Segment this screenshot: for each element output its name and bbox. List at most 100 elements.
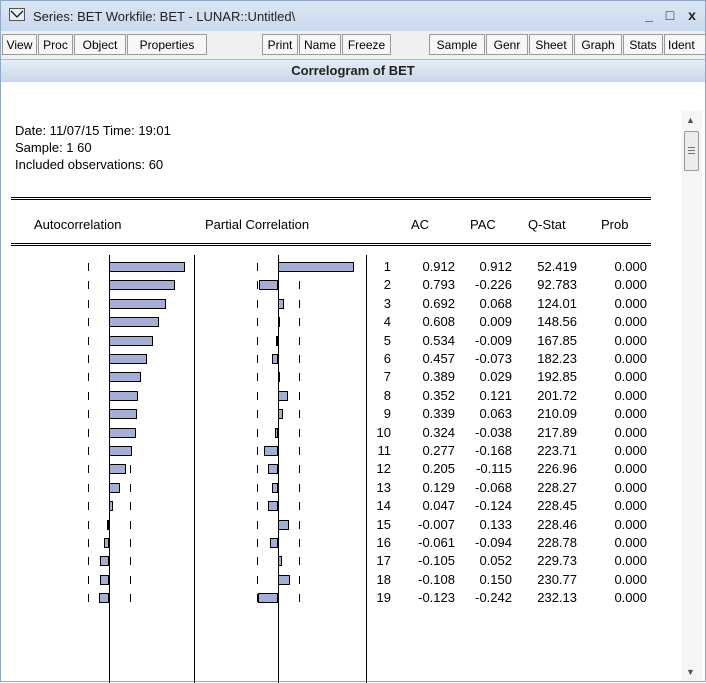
- pac-significance-mark: [299, 502, 300, 511]
- pac-significance-mark: [257, 483, 258, 492]
- ac-significance-mark: [130, 539, 131, 547]
- ac-cell: 0.534: [422, 332, 455, 348]
- pac-significance-mark: [257, 428, 258, 437]
- ac-significance-mark: [130, 520, 131, 529]
- ac-significance-mark: [88, 483, 89, 492]
- pac-bar: [278, 262, 354, 272]
- lag-cell: 13: [376, 479, 391, 495]
- lag-cell: 15: [376, 516, 391, 532]
- ac-cell: 0.608: [422, 314, 455, 330]
- scrollbar-thumb[interactable]: [684, 131, 699, 171]
- pac-bar: [278, 298, 284, 309]
- pac-cell: -0.094: [475, 535, 512, 550]
- ident-button[interactable]: Ident: [664, 34, 705, 55]
- ac-bar: [99, 593, 109, 604]
- sample-button[interactable]: Sample: [429, 34, 485, 55]
- prob-cell: 0.000: [614, 590, 647, 606]
- pac-significance-mark: [299, 539, 300, 547]
- pac-bar: [276, 335, 278, 346]
- ac-bar: [109, 280, 175, 291]
- lag-cell: 17: [376, 553, 391, 569]
- pac-significance-mark: [257, 318, 258, 327]
- name-button[interactable]: Name: [299, 34, 341, 55]
- proc-button[interactable]: Proc: [38, 34, 73, 55]
- column-separator-1: [194, 255, 195, 683]
- view-title: Correlogram of BET: [1, 60, 705, 82]
- pac-bar: [278, 409, 283, 420]
- pac-cell: -0.038: [475, 424, 512, 440]
- pac-cell: -0.115: [476, 461, 512, 477]
- print-button[interactable]: Print: [262, 34, 298, 55]
- header-rule-top-2: [11, 199, 651, 200]
- ac-significance-mark: [88, 263, 89, 271]
- prob-cell: 0.000: [614, 443, 647, 458]
- pac-significance-mark: [257, 539, 258, 547]
- graph-button[interactable]: Graph: [574, 34, 622, 55]
- prob-cell: 0.000: [614, 553, 647, 569]
- qstat-cell: 201.72: [537, 387, 577, 403]
- pac-significance-mark: [299, 447, 300, 455]
- ac-significance-mark: [88, 520, 89, 529]
- pac-cell: 0.068: [479, 295, 512, 311]
- date-time-line: Date: 11/07/15 Time: 19:01: [15, 123, 171, 138]
- ac-significance-mark: [88, 428, 89, 437]
- genr-button[interactable]: Genr: [486, 34, 528, 55]
- pac-bar: [278, 556, 282, 567]
- pac-bar: [264, 446, 278, 456]
- ac-significance-mark: [88, 575, 89, 584]
- properties-button[interactable]: Properties: [127, 34, 207, 55]
- vertical-scrollbar[interactable]: ▲ ▼: [682, 111, 702, 681]
- prob-cell: 0.000: [614, 387, 647, 403]
- pac-bar: [278, 390, 288, 401]
- pac-significance-mark: [257, 391, 258, 400]
- ac-bar: [107, 519, 109, 530]
- qstat-cell: 228.45: [537, 498, 577, 514]
- title-bar[interactable]: Series: BET Workfile: BET - LUNAR::Untit…: [1, 1, 705, 31]
- ac-bar: [109, 335, 153, 346]
- pac-bar: [268, 464, 278, 475]
- qstat-cell: 229.73: [537, 553, 577, 569]
- header-rule-bottom-2: [11, 245, 651, 246]
- prob-cell: 0.000: [614, 295, 647, 311]
- correlogram-content: Date: 11/07/15 Time: 19:01 Sample: 1 60 …: [1, 83, 681, 683]
- ac-bar: [109, 372, 141, 383]
- maximize-button[interactable]: □: [662, 7, 678, 23]
- lag-cell: 14: [376, 498, 391, 514]
- pac-cell: 0.063: [479, 406, 512, 422]
- ac-significance-mark: [88, 373, 89, 382]
- qstat-cell: 217.89: [537, 424, 577, 440]
- qstat-cell: 148.56: [537, 314, 577, 330]
- prob-cell: 0.000: [614, 535, 647, 550]
- pac-significance-mark: [257, 299, 258, 308]
- minimize-button[interactable]: _: [641, 7, 657, 23]
- pac-significance-mark: [299, 428, 300, 437]
- ac-bar: [109, 501, 113, 512]
- freeze-button[interactable]: Freeze: [342, 34, 391, 55]
- object-button[interactable]: Object: [74, 34, 126, 55]
- scroll-up-arrow-icon[interactable]: ▲: [686, 115, 695, 125]
- pac-significance-mark: [299, 391, 300, 400]
- pac-bar: [278, 519, 289, 530]
- close-button[interactable]: x: [684, 7, 700, 23]
- qstat-cell: 167.85: [537, 332, 577, 348]
- pac-significance-mark: [299, 281, 300, 290]
- pac-cell: -0.226: [475, 277, 512, 293]
- sheet-button[interactable]: Sheet: [529, 34, 573, 55]
- prob-cell: 0.000: [614, 277, 647, 293]
- lag-cell: 6: [383, 351, 391, 366]
- qstat-header: Q-Stat: [528, 217, 566, 232]
- view-button[interactable]: View: [2, 34, 37, 55]
- ac-significance-mark: [88, 502, 89, 511]
- ac-cell: 0.793: [422, 277, 455, 293]
- ac-significance-mark: [88, 318, 89, 327]
- series-window-icon: [9, 8, 25, 21]
- pac-significance-mark: [299, 520, 300, 529]
- lag-cell: 18: [376, 571, 391, 587]
- lag-cell: 11: [377, 443, 392, 458]
- ac-bar: [109, 482, 120, 493]
- stats-button[interactable]: Stats: [623, 34, 663, 55]
- pac-significance-mark: [299, 594, 300, 603]
- thumb-grip-line: [688, 147, 695, 148]
- scroll-down-arrow-icon[interactable]: ▼: [686, 667, 695, 677]
- ac-cell: -0.105: [418, 553, 455, 569]
